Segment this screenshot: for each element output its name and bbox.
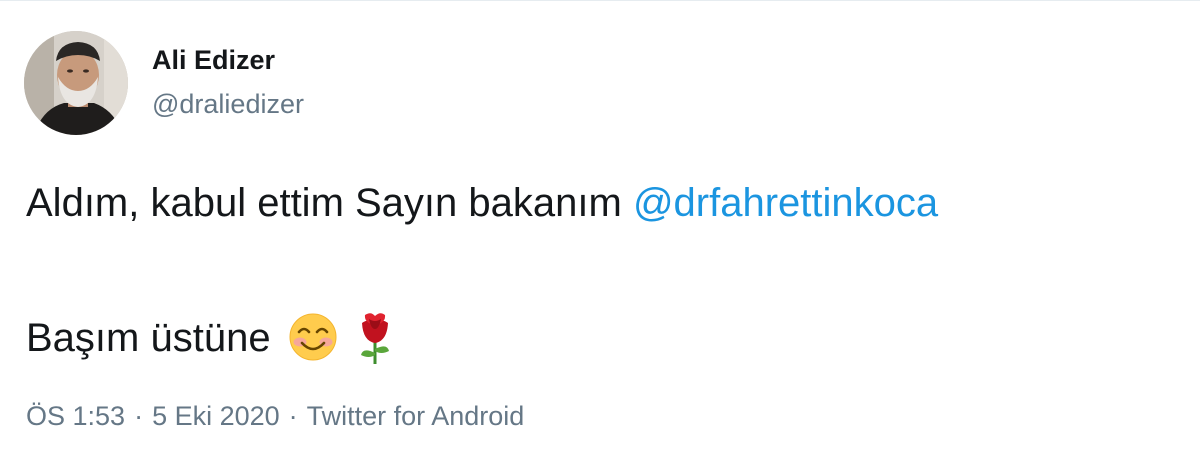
- author-display-name[interactable]: Ali Edizer: [152, 45, 275, 76]
- tweet-text-line-2: Başım üstüne: [26, 309, 395, 372]
- smiling-face-icon: [288, 312, 338, 369]
- avatar-photo: [24, 31, 128, 135]
- tweet-date[interactable]: 5 Eki 2020: [152, 401, 280, 431]
- rose-icon: [355, 309, 395, 372]
- meta-separator-2: ·: [288, 401, 298, 431]
- tweet-time[interactable]: ÖS 1:53: [26, 401, 125, 431]
- author-username[interactable]: @draliedizer: [152, 89, 304, 120]
- tweet-text: Aldım, kabul ettim Sayın bakanım: [26, 181, 633, 225]
- tweet-card: Ali Edizer @draliedizer Aldım, kabul ett…: [0, 0, 1200, 450]
- tweet-metadata: ÖS 1:53 · 5 Eki 2020 · Twitter for Android: [26, 401, 524, 432]
- tweet-text-line-1: Aldım, kabul ettim Sayın bakanım @drfahr…: [26, 183, 938, 223]
- tweet-text-2: Başım üstüne: [26, 316, 271, 361]
- tweet-source[interactable]: Twitter for Android: [307, 401, 525, 431]
- avatar[interactable]: [24, 31, 128, 135]
- mention-link[interactable]: @drfahrettinkoca: [633, 181, 938, 225]
- meta-separator: ·: [134, 401, 144, 431]
